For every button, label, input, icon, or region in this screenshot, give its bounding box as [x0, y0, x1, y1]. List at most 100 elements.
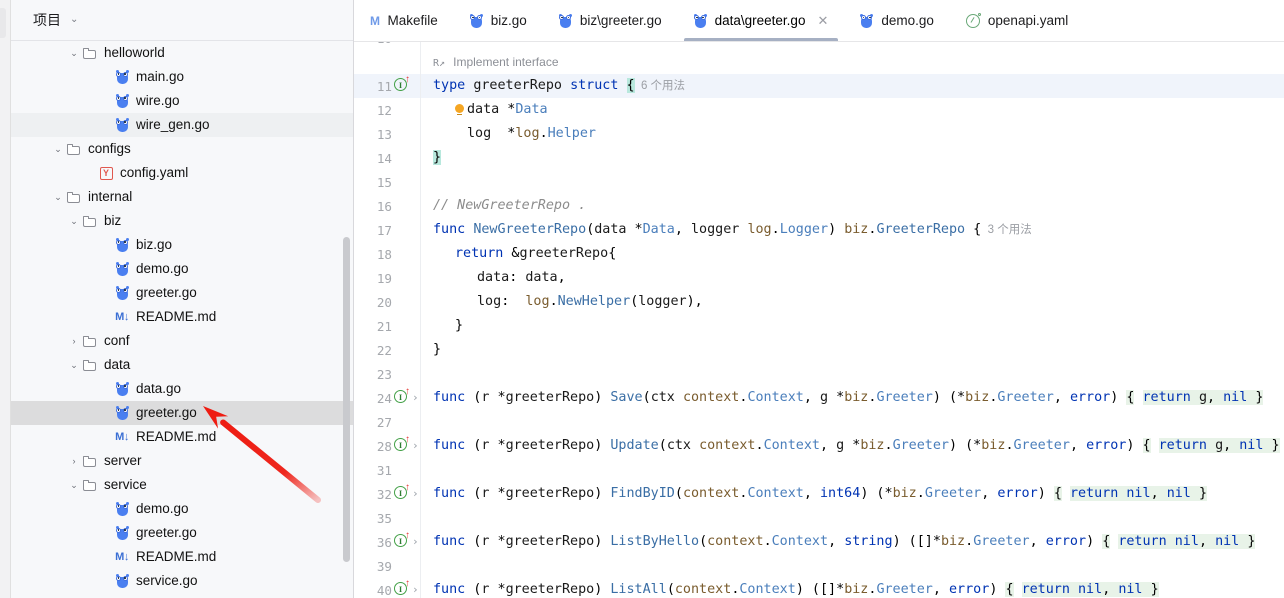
tree-item-service[interactable]: ⌄ service: [11, 473, 353, 497]
tree-item-data-go[interactable]: ⌄data.go: [11, 377, 353, 401]
tree-item-conf[interactable]: › conf: [11, 329, 353, 353]
markdown-file-icon: M↓: [115, 551, 129, 563]
editor-tab-openapi-yaml[interactable]: openapi.yaml: [950, 0, 1084, 41]
sidebar-scrollbar[interactable]: [343, 237, 350, 562]
go-file-icon: [113, 117, 131, 133]
editor-tab-bar[interactable]: M Makefile biz.go biz\greeter.go data\greete…: [354, 0, 1284, 42]
code-line-17[interactable]: func NewGreeterRepo(data *Data, logger l…: [433, 218, 1032, 242]
fold-expand-icon[interactable]: ›: [412, 487, 419, 500]
chevron-down-icon[interactable]: ⌄: [51, 142, 65, 156]
tree-item-greeter-go[interactable]: ⌄greeter.go: [11, 521, 353, 545]
code-line-28[interactable]: func (r *greeterRepo) Update(ctx context…: [433, 434, 1280, 458]
tree-item-greeter-go[interactable]: ⌄greeter.go: [11, 281, 353, 305]
code-line-19[interactable]: data: data,: [433, 266, 566, 290]
tree-item-service-go[interactable]: ⌄service.go: [11, 569, 353, 593]
yaml-file-icon: Y: [97, 165, 115, 181]
tree-item-readme-md[interactable]: ⌄M↓README.md: [11, 425, 353, 449]
activity-rail[interactable]: [0, 0, 11, 598]
code-text-area[interactable]: R↗ Implement interface type greeterRepo s…: [420, 42, 1284, 598]
tree-item-label: wire.go: [136, 93, 180, 108]
implements-interface-icon[interactable]: I ↑: [394, 579, 410, 598]
fold-expand-icon[interactable]: ›: [412, 391, 419, 404]
chevron-right-icon[interactable]: ›: [67, 334, 81, 348]
tree-item-demo-go[interactable]: ⌄demo.go: [11, 497, 353, 521]
rail-handle[interactable]: [0, 8, 6, 38]
fold-expand-icon[interactable]: ›: [412, 535, 419, 548]
code-line-40[interactable]: func (r *greeterRepo) ListAll(context.Co…: [433, 578, 1159, 598]
go-file-icon: [113, 285, 131, 301]
code-line-21[interactable]: }: [433, 314, 463, 338]
tree-item-internal[interactable]: ⌄ internal: [11, 185, 353, 209]
tree-item-demo-go[interactable]: ⌄demo.go: [11, 257, 353, 281]
go-file-icon: [558, 13, 572, 28]
implements-interface-icon[interactable]: I ↑: [394, 531, 410, 550]
code-line-12[interactable]: data *Data: [433, 98, 548, 122]
tree-item-greeter-go[interactable]: ⌄greeter.go: [11, 401, 353, 425]
chevron-down-icon[interactable]: ⌄: [70, 15, 78, 25]
code-line-14[interactable]: }: [433, 146, 442, 170]
tree-item-server[interactable]: › server: [11, 449, 353, 473]
line-number: 15: [376, 174, 392, 190]
chevron-down-icon[interactable]: ⌄: [67, 46, 81, 60]
line-number: 24: [376, 390, 392, 406]
fold-expand-icon[interactable]: ›: [412, 583, 419, 596]
editor-tab-biz-greeter-go[interactable]: biz\greeter.go: [543, 0, 678, 41]
line-number: 28: [376, 438, 392, 454]
go-file-icon: [860, 13, 874, 28]
go-file-icon: [113, 501, 131, 517]
code-line-36[interactable]: func (r *greeterRepo) ListByHello(contex…: [433, 530, 1256, 554]
editor-tab-data-greeter-go[interactable]: data\greeter.go ✕: [678, 0, 845, 41]
editor-tab-biz-go[interactable]: biz.go: [454, 0, 543, 41]
tree-item-data[interactable]: ⌄ data: [11, 353, 353, 377]
tree-item-readme-md[interactable]: ⌄M↓README.md: [11, 545, 353, 569]
chevron-down-icon[interactable]: ⌄: [67, 478, 81, 492]
folder-icon: [81, 333, 99, 349]
code-editor[interactable]: 1011I↑12131415161718192021222324I↑›2728I…: [354, 42, 1284, 598]
tree-item-config-yaml[interactable]: ⌄Yconfig.yaml: [11, 161, 353, 185]
editor-gutter[interactable]: 1011I↑12131415161718192021222324I↑›2728I…: [354, 42, 420, 598]
project-tree[interactable]: ⌄helloworld⌄main.go⌄wire.go⌄wire_gen.go⌄…: [11, 41, 353, 598]
tree-item-label: biz: [104, 213, 122, 228]
go-file-icon: [113, 69, 131, 85]
tree-item-helloworld[interactable]: ⌄ helloworld: [11, 41, 353, 65]
tree-item-third-part[interactable]: ›third_part: [11, 593, 353, 598]
close-icon[interactable]: ✕: [817, 14, 828, 27]
tree-item-configs[interactable]: ⌄ configs: [11, 137, 353, 161]
code-line-16[interactable]: // NewGreeterRepo .: [433, 194, 586, 218]
project-tool-window-header[interactable]: 项目 ⌄: [11, 0, 353, 41]
fold-expand-icon[interactable]: ›: [412, 439, 419, 452]
editor-tab-label: biz.go: [490, 12, 527, 28]
line-number: 14: [376, 150, 392, 166]
code-line-20[interactable]: log: log.NewHelper(logger),: [433, 290, 703, 314]
chevron-down-icon[interactable]: ⌄: [67, 214, 81, 228]
chevron-right-icon[interactable]: ›: [67, 454, 81, 468]
gutter-row: 32 I ↑ ›: [354, 482, 420, 506]
code-line-32[interactable]: func (r *greeterRepo) FindByID(context.C…: [433, 482, 1207, 506]
implements-interface-icon[interactable]: I ↑: [394, 435, 410, 454]
tree-item-main-go[interactable]: ⌄main.go: [11, 65, 353, 89]
gutter-row: 15: [354, 170, 420, 194]
tree-item-wire-gen-go[interactable]: ⌄wire_gen.go: [11, 113, 353, 137]
inlay-hint-implement-interface[interactable]: R↗ Implement interface: [433, 50, 559, 74]
tree-item-biz[interactable]: ⌄ biz: [11, 209, 353, 233]
chevron-down-icon[interactable]: ⌄: [51, 190, 65, 204]
editor-tab-makefile[interactable]: M Makefile: [354, 0, 454, 41]
chevron-down-icon[interactable]: ⌄: [67, 358, 81, 372]
implements-interface-icon[interactable]: I ↑: [394, 483, 410, 502]
line-number: 32: [376, 486, 392, 502]
tree-item-biz-go[interactable]: ⌄biz.go: [11, 233, 353, 257]
code-line-13[interactable]: log *log.Helper: [433, 122, 596, 146]
code-line-22[interactable]: }: [433, 338, 441, 362]
line-number: 35: [376, 510, 392, 526]
implements-interface-icon[interactable]: I ↑: [394, 387, 410, 406]
lightbulb-icon[interactable]: [455, 104, 464, 116]
tree-item-readme-md[interactable]: ⌄M↓README.md: [11, 305, 353, 329]
code-line-18[interactable]: return &greeterRepo{: [433, 242, 616, 266]
code-line-24[interactable]: func (r *greeterRepo) Save(ctx context.C…: [433, 386, 1264, 410]
ide-window: 项目 ⌄ ⌄helloworld⌄main.go⌄wire.go⌄wire_ge…: [0, 0, 1284, 598]
gutter-row: 23: [354, 362, 420, 386]
code-line-11[interactable]: type greeterRepo struct { 6 个用法: [433, 74, 685, 98]
editor-tab-demo-go[interactable]: demo.go: [844, 0, 950, 41]
implements-interface-icon[interactable]: I ↑: [394, 75, 410, 94]
tree-item-wire-go[interactable]: ⌄wire.go: [11, 89, 353, 113]
